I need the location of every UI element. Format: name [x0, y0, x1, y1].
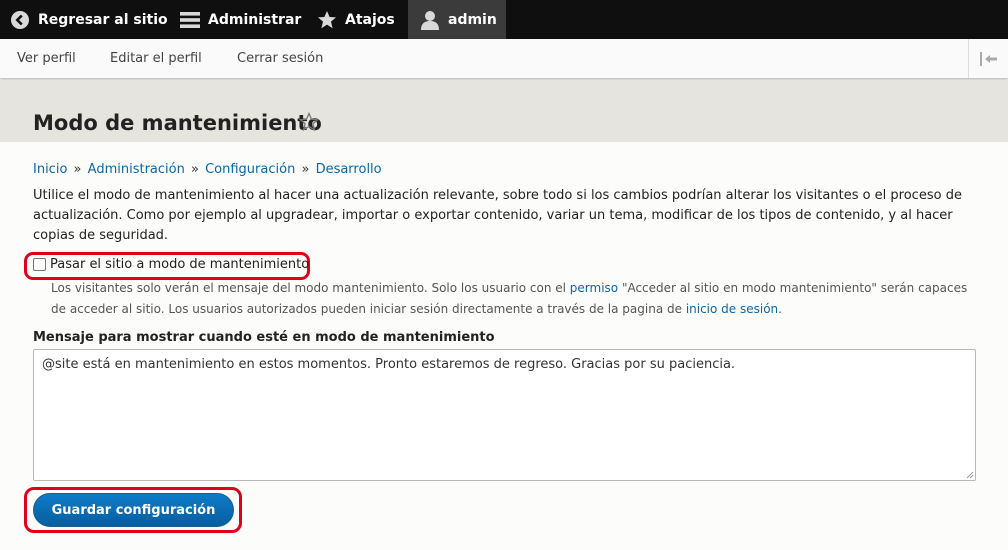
manage-label: Administrar — [208, 11, 302, 28]
shortcuts-menu-button[interactable]: Atajos — [317, 0, 395, 39]
login-page-link[interactable]: inicio de sesión — [686, 302, 778, 316]
tray-orientation-toggle[interactable] — [968, 39, 1008, 78]
breadcrumb-development[interactable]: Desarrollo — [316, 162, 382, 177]
maintenance-message-textarea[interactable]: @site está en mantenimiento en estos mom… — [33, 349, 976, 481]
manage-menu-button[interactable]: Administrar — [180, 0, 301, 39]
back-to-site-label: Regresar al sitio — [38, 11, 168, 28]
help-text-1: Los visitantes solo verán el mensaje del… — [51, 281, 570, 295]
breadcrumb-separator: » — [73, 162, 82, 177]
view-profile-link[interactable]: Ver perfil — [17, 39, 76, 78]
page-description: Utilice el modo de mantenimiento al hace… — [33, 188, 962, 243]
user-tray: Ver perfil Editar el perfil Cerrar sesió… — [0, 39, 1008, 79]
add-shortcut-star-icon[interactable] — [299, 112, 319, 132]
breadcrumb-configuration[interactable]: Configuración — [205, 162, 295, 177]
maintenance-message-label: Mensaje para mostrar cuando esté en modo… — [33, 330, 495, 345]
breadcrumb: Inicio » Administración » Configuración … — [33, 162, 382, 177]
maintenance-mode-checkbox[interactable] — [33, 258, 46, 271]
page-title: Modo de mantenimiento — [33, 111, 322, 135]
breadcrumb-separator: » — [301, 162, 310, 177]
logout-link[interactable]: Cerrar sesión — [237, 39, 323, 78]
user-label: admin — [448, 11, 497, 28]
maintenance-mode-label[interactable]: Pasar el sitio a modo de mantenimiento — [50, 257, 309, 272]
collapse-left-icon — [979, 51, 997, 66]
resize-grip-icon[interactable] — [964, 469, 974, 479]
help-text-3: . — [778, 302, 782, 316]
arrow-left-circle-icon — [11, 10, 29, 29]
admin-toolbar: Regresar al sitio Administrar Atajos adm… — [0, 0, 1008, 39]
user-icon — [421, 10, 439, 30]
breadcrumb-administration[interactable]: Administración — [88, 162, 185, 177]
maintenance-mode-help: Los visitantes solo verán el mensaje del… — [51, 278, 981, 320]
back-to-site-link[interactable]: Regresar al sitio — [10, 0, 168, 39]
permission-link[interactable]: permiso — [570, 281, 618, 295]
hamburger-icon — [180, 11, 200, 28]
star-icon — [318, 10, 336, 28]
shortcuts-label: Atajos — [345, 11, 395, 28]
user-menu-button[interactable]: admin — [408, 0, 506, 39]
breadcrumb-separator: » — [190, 162, 199, 177]
breadcrumb-home[interactable]: Inicio — [33, 162, 67, 177]
save-configuration-button[interactable]: Guardar configuración — [33, 493, 234, 527]
edit-profile-link[interactable]: Editar el perfil — [110, 39, 202, 78]
